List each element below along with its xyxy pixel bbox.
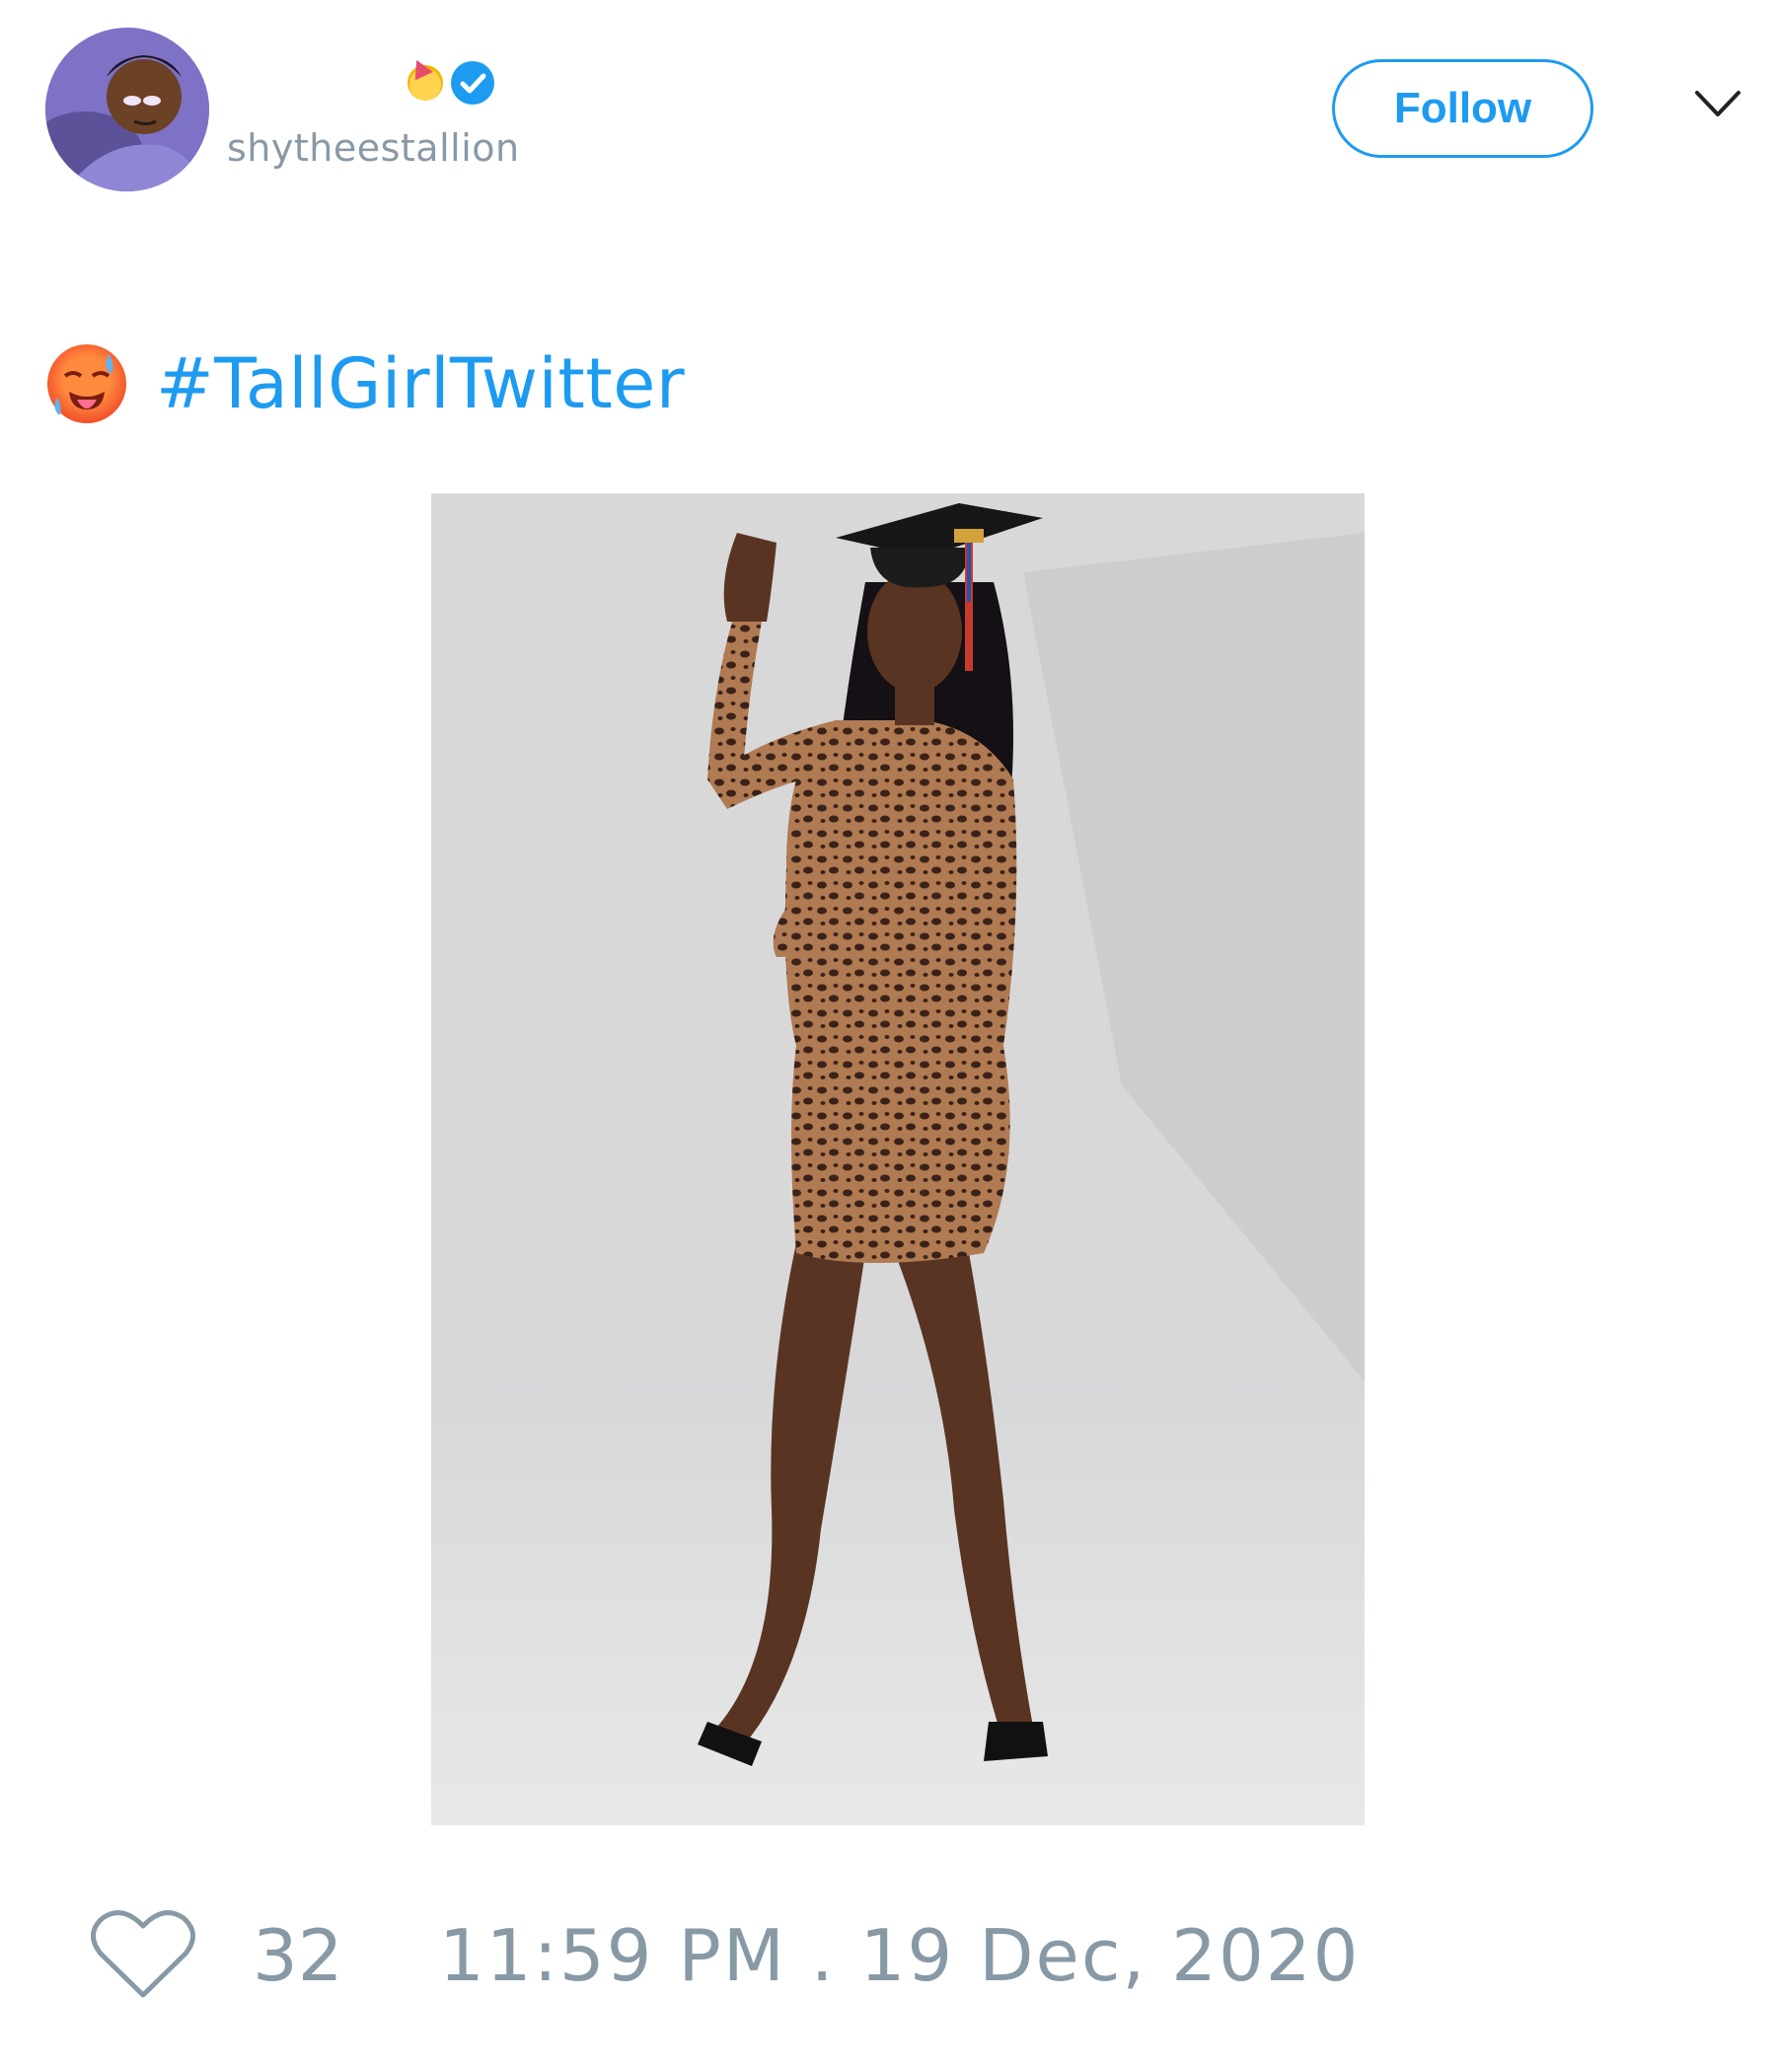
hashtag-link[interactable]: #TallGirlTwitter	[156, 343, 685, 424]
tweet-timestamp[interactable]: 11:59 PM . 19 Dec, 2020	[439, 1914, 1360, 1997]
follow-button[interactable]: Follow	[1332, 59, 1593, 158]
hot-face-emoji-icon	[47, 344, 126, 423]
author-avatar[interactable]	[45, 28, 209, 191]
like-count: 32	[253, 1914, 343, 1997]
author-name-row[interactable]	[400, 61, 494, 105]
avatar-image	[45, 28, 209, 191]
author-handle[interactable]: shytheestallion	[227, 126, 520, 170]
photo-image	[431, 493, 1365, 1825]
tweet-photo[interactable]	[431, 493, 1365, 1825]
partying-face-emoji-icon	[407, 65, 443, 101]
tweet-text: #TallGirlTwitter	[47, 343, 685, 424]
heart-icon[interactable]	[89, 1904, 197, 2003]
verified-badge-icon	[451, 61, 494, 105]
chevron-down-icon[interactable]	[1693, 87, 1742, 122]
